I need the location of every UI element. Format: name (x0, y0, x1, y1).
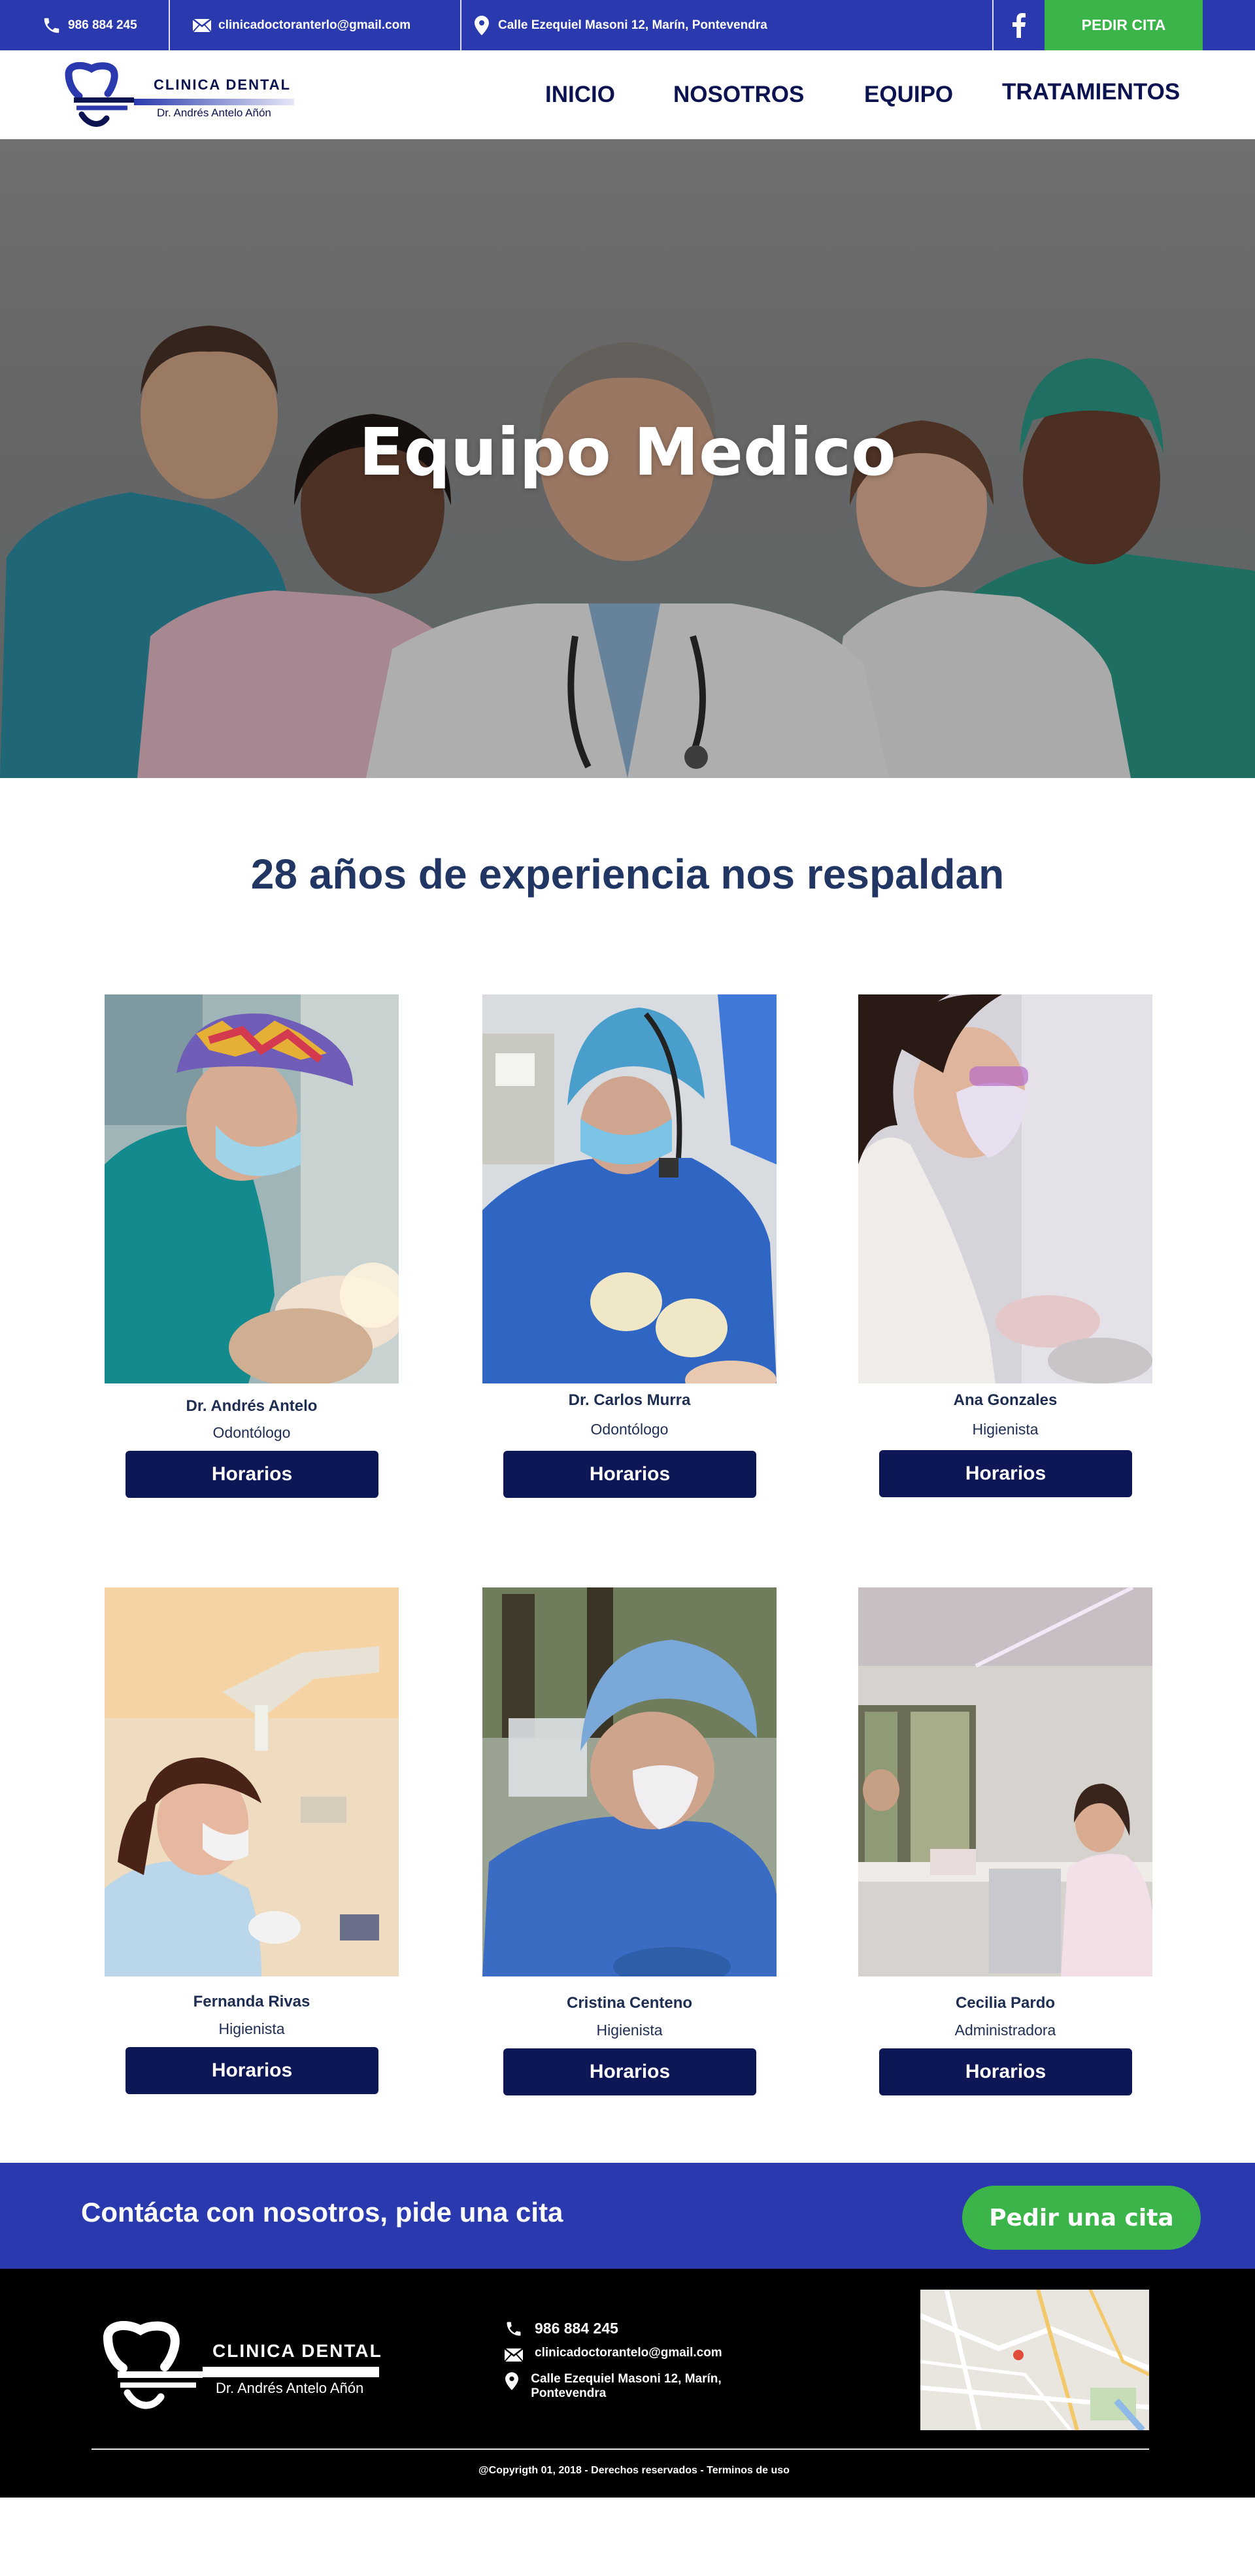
member-photo (858, 994, 1152, 1383)
tooth-logo-icon (103, 2321, 203, 2409)
horarios-button[interactable]: Horarios (126, 2047, 378, 2094)
top-address-text: Calle Ezequiel Masoni 12, Marín, Ponteve… (498, 18, 767, 32)
nav-tratamientos[interactable]: TRATAMIENTOS (1002, 48, 1180, 137)
facebook-link[interactable] (994, 0, 1045, 50)
contact-band: Contácta con nosotros, pide una cita Ped… (0, 2163, 1255, 2269)
site-footer: CLINICA DENTAL Dr. Andrés Antelo Añón 98… (0, 2269, 1255, 2498)
member-photo (105, 1587, 399, 1976)
logo-title: CLINICA DENTAL (154, 76, 292, 93)
top-divider (460, 0, 461, 50)
hero-title: Equipo Medico (359, 414, 896, 490)
contact-heading: Contácta con nosotros, pide una cita (81, 2197, 563, 2228)
top-address: Calle Ezequiel Masoni 12, Marín, Ponteve… (472, 0, 767, 50)
location-map[interactable] (920, 2290, 1149, 2430)
nav-equipo[interactable]: EQUIPO (864, 50, 953, 139)
nav-inicio[interactable]: INICIO (545, 50, 615, 139)
top-email-text: clinicadoctoranterlo@gmail.com (218, 18, 411, 32)
footer-phone-text: 986 884 245 (535, 2320, 618, 2337)
member-photo (858, 1587, 1152, 1976)
horarios-button[interactable]: Horarios (126, 1451, 378, 1498)
map-pin-icon (503, 2372, 520, 2390)
top-email[interactable]: clinicadoctoranterlo@gmail.com (192, 0, 410, 50)
member-name: Cecilia Pardo (955, 1994, 1056, 2012)
logo-subtitle: Dr. Andrés Antelo Añón (157, 107, 271, 119)
experience-heading: 28 años de experiencia nos respaldan (250, 851, 1005, 898)
hero-banner: Equipo Medico (0, 139, 1255, 778)
top-phone-text: 986 884 245 (68, 18, 137, 32)
member-photo (482, 1587, 777, 1976)
member-role: Odontólogo (212, 1424, 291, 1441)
footer-address: Calle Ezequiel Masoni 12, Marín, Ponteve… (503, 2372, 752, 2401)
facebook-icon (1012, 12, 1026, 38)
top-divider (169, 0, 170, 50)
footer-logo-bar (203, 2367, 379, 2377)
footer-logo-title: CLINICA DENTAL (212, 2341, 382, 2361)
phone-icon (503, 2320, 524, 2338)
map-pin-icon (472, 15, 492, 35)
footer-email-text: clinicadoctorantelo@gmail.com (535, 2346, 722, 2360)
member-role: Higienista (972, 1421, 1039, 1438)
member-photo (105, 994, 399, 1383)
horarios-button[interactable]: Horarios (503, 1451, 756, 1498)
footer-divider (92, 2449, 1149, 2450)
nav-nosotros[interactable]: NOSOTROS (673, 50, 804, 139)
member-name: Cristina Centeno (566, 1994, 693, 2012)
logo-bar (134, 99, 294, 105)
member-name: Dr. Carlos Murra (568, 1391, 691, 1409)
member-photo (482, 994, 777, 1383)
top-phone[interactable]: 986 884 245 (42, 0, 137, 50)
horarios-button[interactable]: Horarios (879, 2048, 1132, 2095)
horarios-button[interactable]: Horarios (879, 1450, 1132, 1497)
member-name: Dr. Andrés Antelo (186, 1397, 318, 1415)
clinic-logo[interactable]: CLINICA DENTAL Dr. Andrés Antelo Añón (62, 62, 297, 130)
member-role: Administradora (954, 2022, 1056, 2039)
pedir-una-cita-button[interactable]: Pedir una cita (962, 2186, 1201, 2250)
pedir-cita-button[interactable]: PEDIR CITA (1045, 0, 1203, 50)
main-header: CLINICA DENTAL Dr. Andrés Antelo Añón IN… (0, 50, 1255, 139)
member-role: Higienista (218, 2020, 285, 2037)
member-role: Odontólogo (590, 1421, 669, 1438)
top-bar: 986 884 245 clinicadoctoranterlo@gmail.c… (0, 0, 1255, 50)
footer-logo-subtitle: Dr. Andrés Antelo Añón (216, 2380, 364, 2396)
phone-icon (42, 16, 61, 35)
envelope-icon (192, 16, 212, 35)
member-role: Higienista (596, 2022, 663, 2039)
footer-email[interactable]: clinicadoctorantelo@gmail.com (503, 2346, 722, 2364)
tooth-logo-icon (65, 62, 134, 127)
member-name: Fernanda Rivas (193, 1993, 310, 2010)
footer-address-text: Calle Ezequiel Masoni 12, Marín, Ponteve… (531, 2372, 722, 2400)
horarios-button[interactable]: Horarios (503, 2048, 756, 2095)
copyright-text: @Copyrigth 01, 2018 - Derechos reservado… (478, 2465, 790, 2476)
footer-logo[interactable]: CLINICA DENTAL Dr. Andrés Antelo Añón (98, 2321, 386, 2413)
member-name: Ana Gonzales (953, 1391, 1058, 1409)
envelope-icon (503, 2346, 524, 2364)
footer-phone[interactable]: 986 884 245 (503, 2320, 618, 2338)
